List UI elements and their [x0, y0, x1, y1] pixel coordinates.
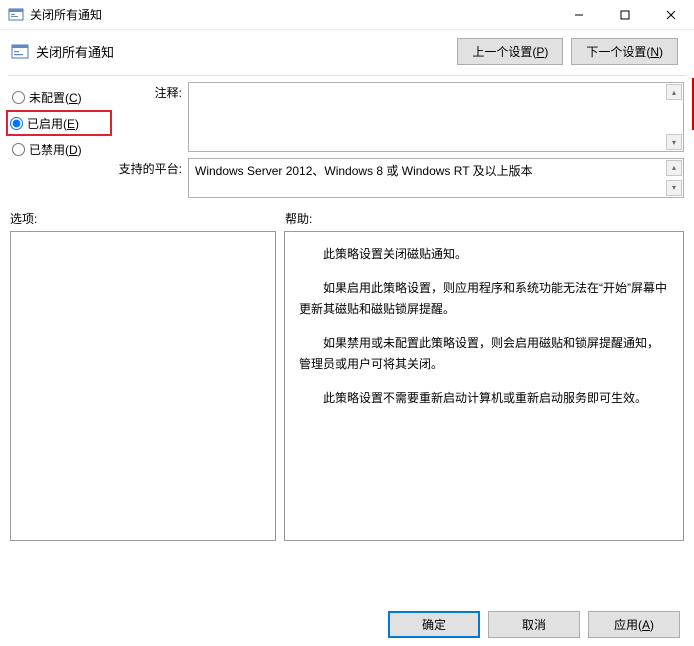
- dialog-footer: 确定 取消 应用(A): [388, 611, 680, 638]
- comment-scroll: ▴ ▾: [666, 84, 682, 150]
- radio-enabled-input[interactable]: [10, 117, 23, 130]
- help-label: 帮助:: [285, 210, 684, 227]
- fields-column: 注释: ▴ ▾ 支持的平台: Windows Server 2012、Windo…: [116, 82, 684, 198]
- maximize-button[interactable]: [602, 0, 648, 30]
- scroll-down-icon[interactable]: ▾: [666, 180, 682, 196]
- header-row: 关闭所有通知 上一个设置(P) 下一个设置(N): [0, 30, 694, 75]
- cancel-button[interactable]: 取消: [488, 611, 580, 638]
- radio-disabled[interactable]: 已禁用(D): [10, 136, 110, 162]
- scroll-down-icon[interactable]: ▾: [666, 134, 682, 150]
- window-controls: [556, 0, 694, 29]
- radio-not-configured[interactable]: 未配置(C): [10, 84, 110, 110]
- comment-textarea[interactable]: ▴ ▾: [188, 82, 684, 152]
- options-pane[interactable]: [10, 231, 276, 541]
- scroll-up-icon[interactable]: ▴: [666, 84, 682, 100]
- platform-scroll: ▴ ▾: [666, 160, 682, 196]
- prev-setting-button[interactable]: 上一个设置(P): [457, 38, 563, 65]
- radio-enabled[interactable]: 已启用(E): [6, 110, 112, 136]
- app-icon: [8, 7, 24, 23]
- window-title: 关闭所有通知: [30, 6, 556, 23]
- section-labels: 选项: 帮助:: [0, 198, 694, 231]
- ok-button[interactable]: 确定: [388, 611, 480, 638]
- close-button[interactable]: [648, 0, 694, 30]
- next-setting-button[interactable]: 下一个设置(N): [571, 38, 678, 65]
- help-paragraph: 如果启用此策略设置，则应用程序和系统功能无法在“开始”屏幕中更新其磁贴和磁贴锁屏…: [299, 278, 669, 319]
- config-area: 未配置(C) 已启用(E) 已禁用(D) 注释: ▴ ▾: [0, 82, 694, 198]
- scroll-up-icon[interactable]: ▴: [666, 160, 682, 176]
- help-paragraph: 此策略设置不需要重新启动计算机或重新启动服务即可生效。: [299, 388, 669, 408]
- apply-button[interactable]: 应用(A): [588, 611, 680, 638]
- help-paragraph: 如果禁用或未配置此策略设置，则会启用磁贴和锁屏提醒通知，管理员或用户可将其关闭。: [299, 333, 669, 374]
- help-paragraph: 此策略设置关闭磁贴通知。: [299, 244, 669, 264]
- platform-box: Windows Server 2012、Windows 8 或 Windows …: [188, 158, 684, 198]
- platform-value: Windows Server 2012、Windows 8 或 Windows …: [195, 164, 533, 178]
- state-radio-group: 未配置(C) 已启用(E) 已禁用(D): [10, 82, 110, 198]
- radio-disabled-input[interactable]: [12, 143, 25, 156]
- minimize-button[interactable]: [556, 0, 602, 30]
- divider: [8, 75, 686, 76]
- titlebar: 关闭所有通知: [0, 0, 694, 30]
- radio-not-configured-input[interactable]: [12, 91, 25, 104]
- comment-label: 注释:: [116, 82, 182, 152]
- options-label: 选项:: [10, 210, 285, 227]
- platform-label: 支持的平台:: [116, 158, 182, 198]
- policy-dialog-window: 关闭所有通知 关闭所有通: [0, 0, 694, 646]
- help-pane[interactable]: 此策略设置关闭磁贴通知。 如果启用此策略设置，则应用程序和系统功能无法在“开始”…: [284, 231, 684, 541]
- panes-row: 此策略设置关闭磁贴通知。 如果启用此策略设置，则应用程序和系统功能无法在“开始”…: [0, 231, 694, 541]
- policy-icon: [10, 42, 30, 62]
- page-title: 关闭所有通知: [36, 42, 457, 61]
